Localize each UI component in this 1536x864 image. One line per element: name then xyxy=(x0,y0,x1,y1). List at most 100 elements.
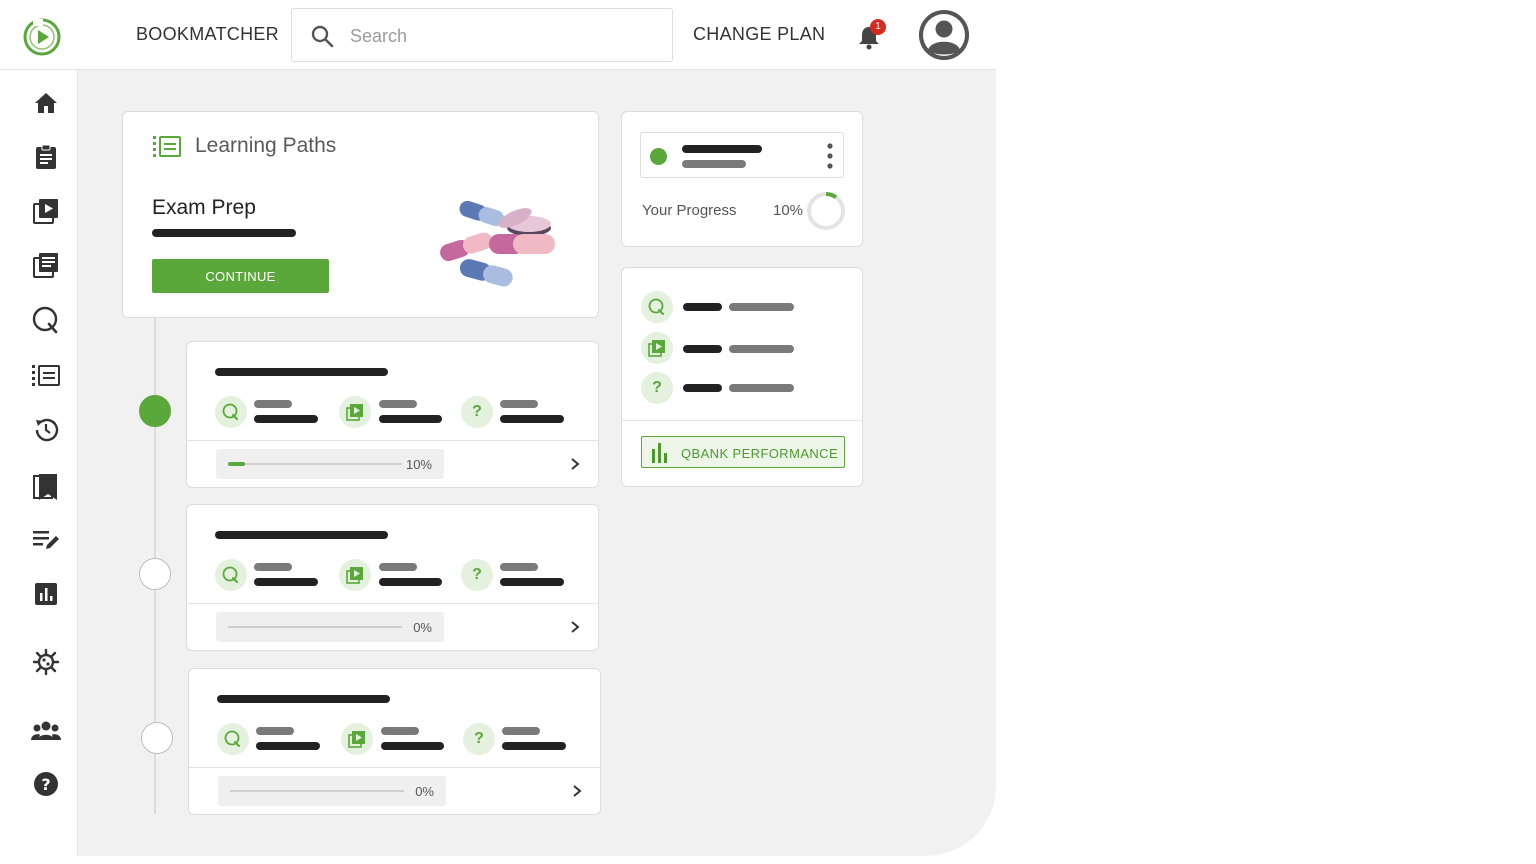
virus-icon xyxy=(32,648,60,676)
qbank-performance-label: QBANK PERFORMANCE xyxy=(681,446,839,461)
qbank-performance-button[interactable]: QBANK PERFORMANCE xyxy=(641,436,845,468)
progress-track xyxy=(228,626,402,628)
current-path-card[interactable] xyxy=(640,132,844,178)
stat-placeholder xyxy=(500,415,564,423)
chevron-right-icon[interactable] xyxy=(570,784,584,798)
stat-placeholder xyxy=(683,303,722,311)
edit-notes-icon xyxy=(33,531,59,549)
history-icon xyxy=(35,418,59,442)
continue-button[interactable]: CONTINUE xyxy=(152,259,329,293)
stat-placeholder xyxy=(502,742,566,750)
progress-fill xyxy=(228,462,246,466)
qbank-circle xyxy=(641,291,673,323)
video-icon xyxy=(348,731,365,748)
bookmark-icon xyxy=(33,474,57,500)
stat-placeholder xyxy=(500,400,538,408)
your-progress-percent: 10% xyxy=(773,202,804,219)
module-title-placeholder xyxy=(215,531,388,539)
video-circle xyxy=(641,332,673,364)
stat-placeholder xyxy=(381,727,419,735)
module-status-node xyxy=(139,395,171,427)
divider xyxy=(187,603,598,604)
sidebar-item-analytics[interactable] xyxy=(31,579,61,609)
svg-text:?: ? xyxy=(41,775,50,794)
progress-card: Your Progress 10% xyxy=(621,111,863,247)
stat-placeholder xyxy=(729,345,794,353)
group-icon xyxy=(31,721,61,740)
qbank-icon xyxy=(224,730,240,747)
learning-paths-card: Learning Paths Exam Prep CONTINUE xyxy=(122,111,599,318)
stats-card: ? QBANK PERFORMANCE xyxy=(621,267,863,487)
home-icon xyxy=(35,93,57,113)
qbank-icon xyxy=(32,306,58,334)
analytics-icon xyxy=(35,583,57,605)
stat-placeholder xyxy=(683,345,722,353)
sidebar-item-my-notes[interactable] xyxy=(31,525,61,555)
sidebar-item-bookmarks[interactable] xyxy=(31,472,61,502)
path-name: Exam Prep xyxy=(152,196,256,219)
stat-placeholder xyxy=(729,303,794,311)
qbank-icon xyxy=(222,566,238,583)
module-status-node xyxy=(141,722,173,754)
learning-paths-icon xyxy=(32,365,60,386)
module-progress: 0% xyxy=(216,612,444,642)
logo-icon[interactable] xyxy=(22,17,62,57)
sidebar-item-notes[interactable] xyxy=(31,250,61,280)
sidebar-item-videos[interactable] xyxy=(31,196,61,226)
learning-paths-icon xyxy=(153,136,181,157)
search-box[interactable] xyxy=(291,8,673,62)
stat-placeholder xyxy=(254,400,292,408)
stat-placeholder xyxy=(256,727,294,735)
sidebar-item-groups[interactable] xyxy=(31,716,61,746)
pills-illustration xyxy=(440,200,555,287)
stat-placeholder xyxy=(379,563,417,571)
more-options-icon[interactable] xyxy=(827,142,833,170)
module-card[interactable]: ? 0% xyxy=(188,668,601,815)
chevron-right-icon[interactable] xyxy=(568,620,582,634)
stat-placeholder xyxy=(381,742,444,750)
stat-placeholder xyxy=(500,578,564,586)
bookmatcher-link[interactable]: BOOKMATCHER xyxy=(136,24,279,45)
module-card[interactable]: ? 0% xyxy=(186,504,599,651)
search-input[interactable] xyxy=(350,21,650,51)
progress-label: 0% xyxy=(413,620,432,635)
question-icon: ? xyxy=(461,559,493,591)
bar-chart-icon xyxy=(652,443,667,463)
sidebar-item-history[interactable] xyxy=(31,415,61,445)
card-title: Learning Paths xyxy=(195,134,337,157)
qbank-icon xyxy=(648,298,664,315)
path-subtitle-placeholder xyxy=(152,229,296,237)
video-icon xyxy=(346,404,363,421)
stat-placeholder xyxy=(379,400,417,408)
change-plan-link[interactable]: CHANGE PLAN xyxy=(693,24,825,45)
sidebar-item-home[interactable] xyxy=(31,88,61,118)
chevron-right-icon[interactable] xyxy=(568,457,582,471)
sidebar-item-learning-paths[interactable] xyxy=(31,361,61,391)
top-bar: BOOKMATCHER CHANGE PLAN 1 xyxy=(0,0,996,70)
sidebar-item-assignments[interactable] xyxy=(31,142,61,172)
divider xyxy=(187,440,598,441)
avatar[interactable] xyxy=(919,10,969,60)
module-card[interactable]: ? 10% xyxy=(186,341,599,488)
module-progress: 10% xyxy=(216,449,444,479)
path-subtitle-placeholder xyxy=(682,160,746,168)
module-status-node xyxy=(139,558,171,590)
stat-placeholder xyxy=(254,563,292,571)
question-icon: ? xyxy=(463,723,495,755)
sidebar-item-pathology[interactable] xyxy=(31,647,61,677)
sidebar-item-help[interactable]: ? xyxy=(31,769,61,799)
video-icon xyxy=(346,567,363,584)
stat-placeholder xyxy=(379,415,442,423)
question-icon: ? xyxy=(641,372,673,404)
stat-placeholder xyxy=(502,727,540,735)
sidebar-item-qbank[interactable] xyxy=(31,305,61,335)
qbank-circle xyxy=(217,723,249,755)
module-progress: 0% xyxy=(218,776,446,806)
search-icon xyxy=(311,25,334,48)
progress-track xyxy=(228,462,402,466)
stat-placeholder xyxy=(729,384,794,392)
progress-ring xyxy=(807,192,845,230)
divider xyxy=(189,767,600,768)
app-window: BOOKMATCHER CHANGE PLAN 1 xyxy=(0,0,996,856)
stat-placeholder xyxy=(500,563,538,571)
